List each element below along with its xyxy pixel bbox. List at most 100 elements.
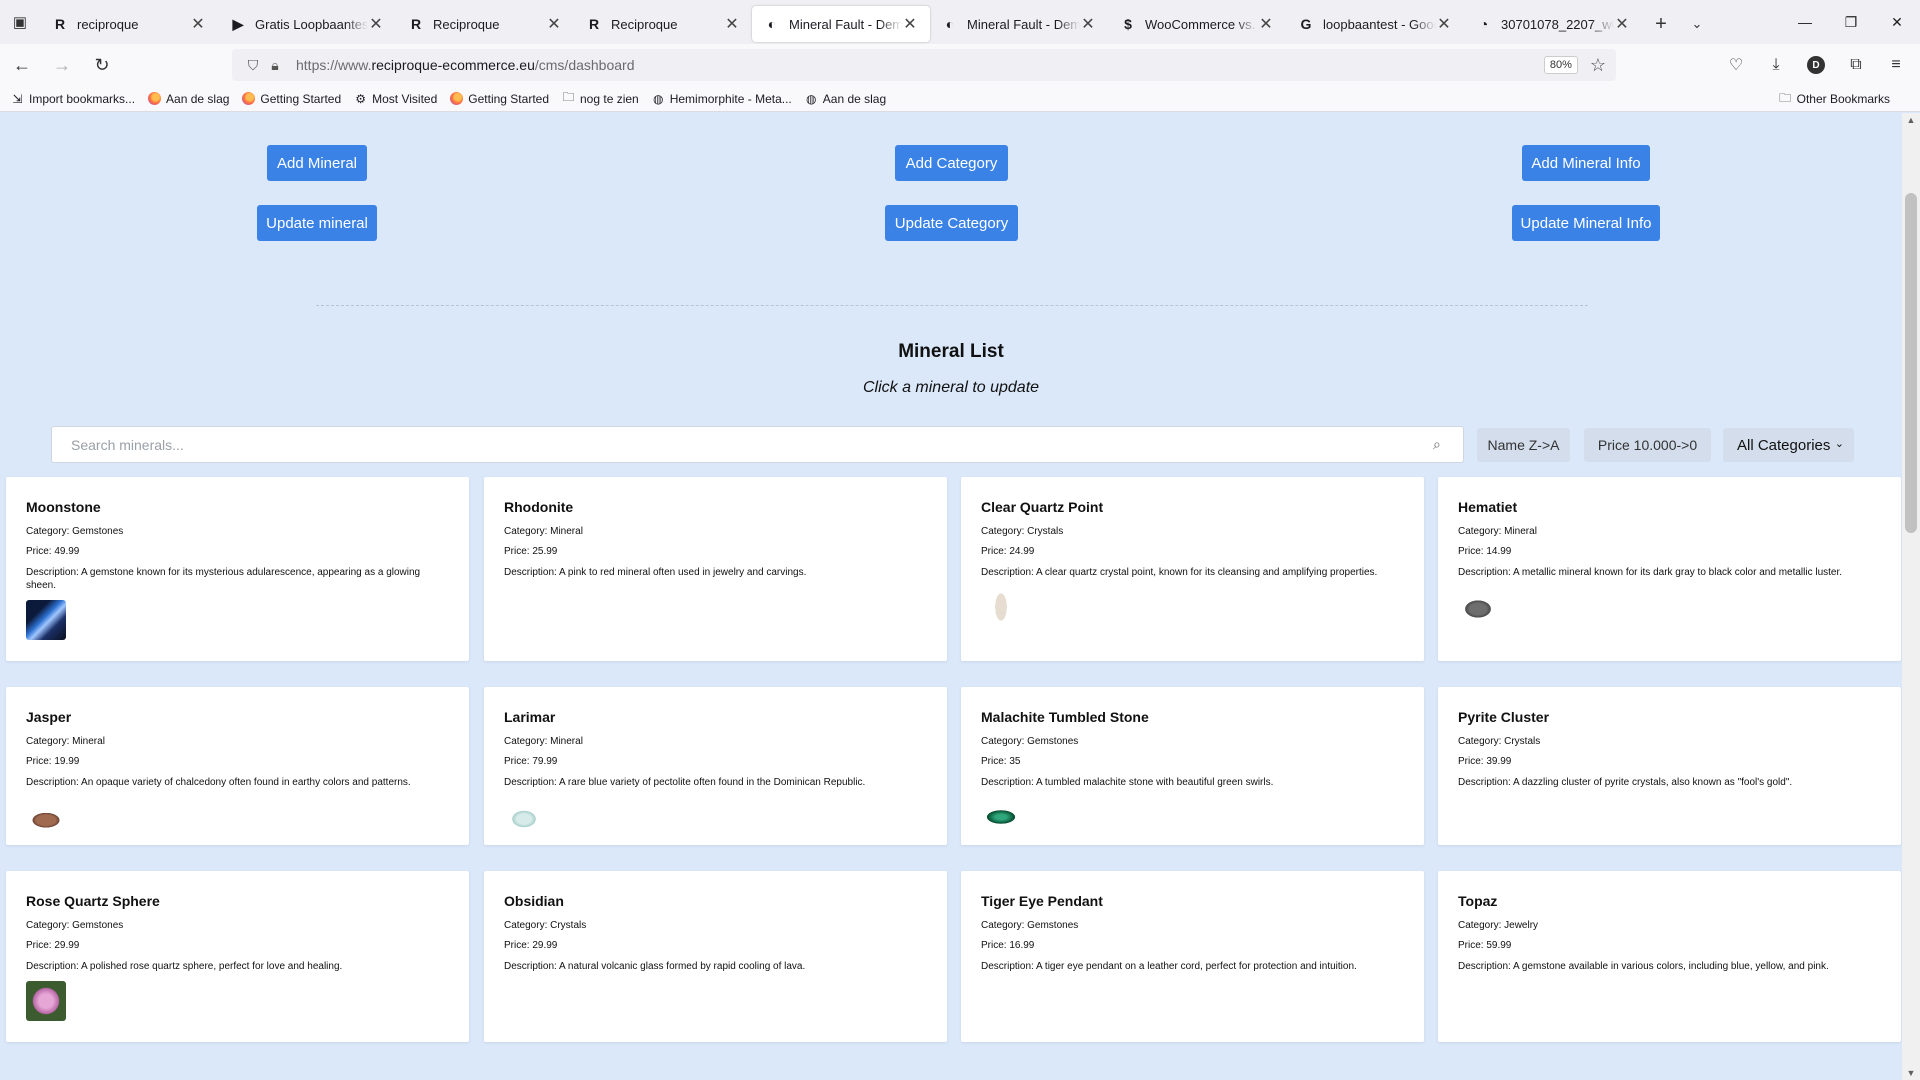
bookmark-item[interactable]: ⚙ Most Visited [353,91,437,106]
mineral-description: Description: A rare blue variety of pect… [504,777,866,788]
browser-tab[interactable]: R Reciproque ✕ [396,6,574,42]
search-box[interactable]: ⌕ [51,426,1464,463]
browser-tab[interactable]: Rreciproque ✕ [40,6,218,42]
mineral-category: Category: Crystals [1458,736,1541,747]
tab-list-icon[interactable]: ▣ [0,0,40,44]
mineral-card[interactable]: Clear Quartz Point Category: Crystals Pric… [961,477,1424,661]
mineral-category: Category: Mineral [1458,526,1537,537]
mineral-price: Price: 39.99 [1458,756,1512,767]
tab-strip: Rreciproque ✕ ▶ Gratis Loopbaantest ✕ R Recipr… [40,2,1642,42]
mineral-description: Description: A tiger eye pendant on a le… [981,961,1357,972]
mineral-thumbnail [504,797,544,837]
menu-icon[interactable]: ≡ [1878,49,1914,81]
other-bookmarks-label: Other Bookmarks [1796,92,1890,106]
bookmark-item[interactable]: Getting Started [241,91,341,106]
close-tab-icon[interactable]: ✕ [1614,14,1630,34]
bookmark-item[interactable]: ◍ Hemimorphite - Meta... [651,91,792,106]
mineral-name: Topaz [1458,893,1498,909]
mineral-card[interactable]: Pyrite Cluster Category: Crystals Price: 3… [1438,687,1901,845]
bookmark-star-icon[interactable]: ☆ [1590,55,1606,76]
scroll-up-icon[interactable]: ▲ [1906,115,1916,125]
mineral-thumbnail [981,797,1021,837]
close-tab-icon[interactable]: ✕ [546,14,562,34]
update-mineral-info-button[interactable]: Update Mineral Info [1512,205,1660,241]
mineral-card[interactable]: Tiger Eye Pendant Category: Gemstones Pric… [961,871,1424,1042]
browser-tab[interactable]: ◔ 30701078_2207_w046_n✕ [1464,6,1642,42]
close-tab-icon[interactable]: ✕ [190,14,206,34]
add-mineral-button[interactable]: Add Mineral [267,145,367,181]
close-tab-icon[interactable]: ✕ [1080,14,1096,34]
list-all-tabs-icon[interactable]: ⌄ [1680,6,1714,42]
mineral-card[interactable]: Hematiet Category: Mineral Price: 14.99 Des… [1438,477,1901,661]
bookmark-item[interactable]: Getting Started [449,91,549,106]
window-controls: — ❐ ✕ [1782,0,1920,44]
address-bar[interactable]: ⛉ 🔒︎ https://www.reciproque-ecommerce.eu… [232,49,1616,81]
mineral-description: Description: A clear quartz crystal poin… [981,567,1378,578]
bookmark-item[interactable]: ◍ Aan de slag [804,91,886,106]
add-category-button[interactable]: Add Category [895,145,1008,181]
tab-title: reciproque [77,16,139,32]
globe-icon: ◍ [652,91,664,106]
mineral-name: Obsidian [504,893,564,909]
bookmark-list: ⇲ Import bookmarks... Aan de slag Getting S… [10,90,898,106]
mineral-card[interactable]: Moonstone Category: Gemstones Price: 49.99… [6,477,469,661]
mineral-category: Category: Gemstones [26,526,124,537]
close-tab-icon[interactable]: ✕ [902,14,918,34]
mineral-price: Price: 35 [981,756,1021,767]
search-icon[interactable]: ⌕ [1433,436,1463,453]
zoom-level[interactable]: 80% [1543,56,1578,74]
mineral-card[interactable]: Rose Quartz Sphere Category: Gemstones Pri… [6,871,469,1042]
other-bookmarks[interactable]: 🗀︎ Other Bookmarks [1778,86,1890,112]
browser-tab[interactable]: $ WooCommerce vs. a C✕ [1108,6,1286,42]
mineral-category: Category: Jewelry [1458,920,1539,931]
mineral-card[interactable]: Rhodonite Category: Mineral Price: 25.99 De… [484,477,947,661]
tab-favicon-icon: ▶ [232,15,244,32]
url-text[interactable]: https://www.reciproque-ecommerce.eu/cms/… [296,57,1544,73]
browser-tab[interactable]: ◐ Mineral Fault - Demo E✕ [752,6,930,42]
scroll-down-icon[interactable]: ▼ [1906,1068,1916,1078]
bookmark-item[interactable]: Aan de slag [147,91,229,106]
mineral-card[interactable]: Larimar Category: Mineral Price: 79.99 Desc… [484,687,947,845]
sort-price-button[interactable]: Price 10.000->0 [1584,428,1711,462]
close-tab-icon[interactable]: ✕ [724,14,740,34]
account-icon[interactable]: D [1798,49,1834,81]
mineral-category: Category: Gemstones [981,920,1079,931]
extensions-icon[interactable]: ⧉ [1838,49,1874,81]
add-mineral-info-button[interactable]: Add Mineral Info [1522,145,1650,181]
mineral-category: Category: Mineral [504,736,583,747]
bookmark-item[interactable]: ⇲ Import bookmarks... [10,91,135,106]
mineral-card[interactable]: Jasper Category: Mineral Price: 19.99 Descr… [6,687,469,845]
category-filter-select[interactable]: All Categories ⌄ [1723,428,1854,462]
mineral-card[interactable]: Malachite Tumbled Stone Category: Gemston… [961,687,1424,845]
forward-icon[interactable]: → [44,49,80,81]
browser-tab[interactable]: Gloopbaantest - Google✕ [1286,6,1464,42]
browser-tab[interactable]: R Reciproque ✕ [574,6,752,42]
back-icon[interactable]: ← [4,49,40,81]
minimize-icon[interactable]: — [1782,0,1828,44]
bookmark-item[interactable]: 🗀︎ nog te zien [561,90,638,106]
browser-tab[interactable]: ▶ Gratis Loopbaantest ✕ [218,6,396,42]
new-tab-button[interactable]: + [1642,6,1680,42]
browser-tab[interactable]: ◐ Mineral Fault - Demo E✕ [930,6,1108,42]
close-tab-icon[interactable]: ✕ [368,14,384,34]
downloads-icon[interactable]: ⤓ [1758,49,1794,81]
mineral-description: Description: A polished rose quartz sphe… [26,961,343,972]
tab-favicon-icon: ◐ [767,16,777,32]
mineral-card[interactable]: Obsidian Category: Crystals Price: 29.99 De… [484,871,947,1042]
search-input[interactable] [71,436,1433,453]
sort-name-button[interactable]: Name Z->A [1477,428,1570,462]
close-tab-icon[interactable]: ✕ [1436,14,1452,34]
pocket-icon[interactable]: ♡ [1718,49,1754,81]
restore-icon[interactable]: ❐ [1828,0,1874,44]
tracking-shield-icon[interactable]: ⛉ [242,57,264,74]
update-category-button[interactable]: Update Category [885,205,1018,241]
close-window-icon[interactable]: ✕ [1874,0,1920,44]
close-tab-icon[interactable]: ✕ [1258,14,1274,34]
reload-icon[interactable]: ↻ [84,49,120,81]
mineral-card[interactable]: Topaz Category: Jewelry Price: 59.99 Descri… [1438,871,1901,1042]
scrollbar-thumb[interactable] [1905,193,1917,533]
mineral-description: Description: A natural volcanic glass fo… [504,961,806,972]
lock-icon[interactable]: 🔒︎ [264,57,286,74]
mineral-category: Category: Gemstones [26,920,124,931]
update-mineral-button[interactable]: Update mineral [257,205,377,241]
